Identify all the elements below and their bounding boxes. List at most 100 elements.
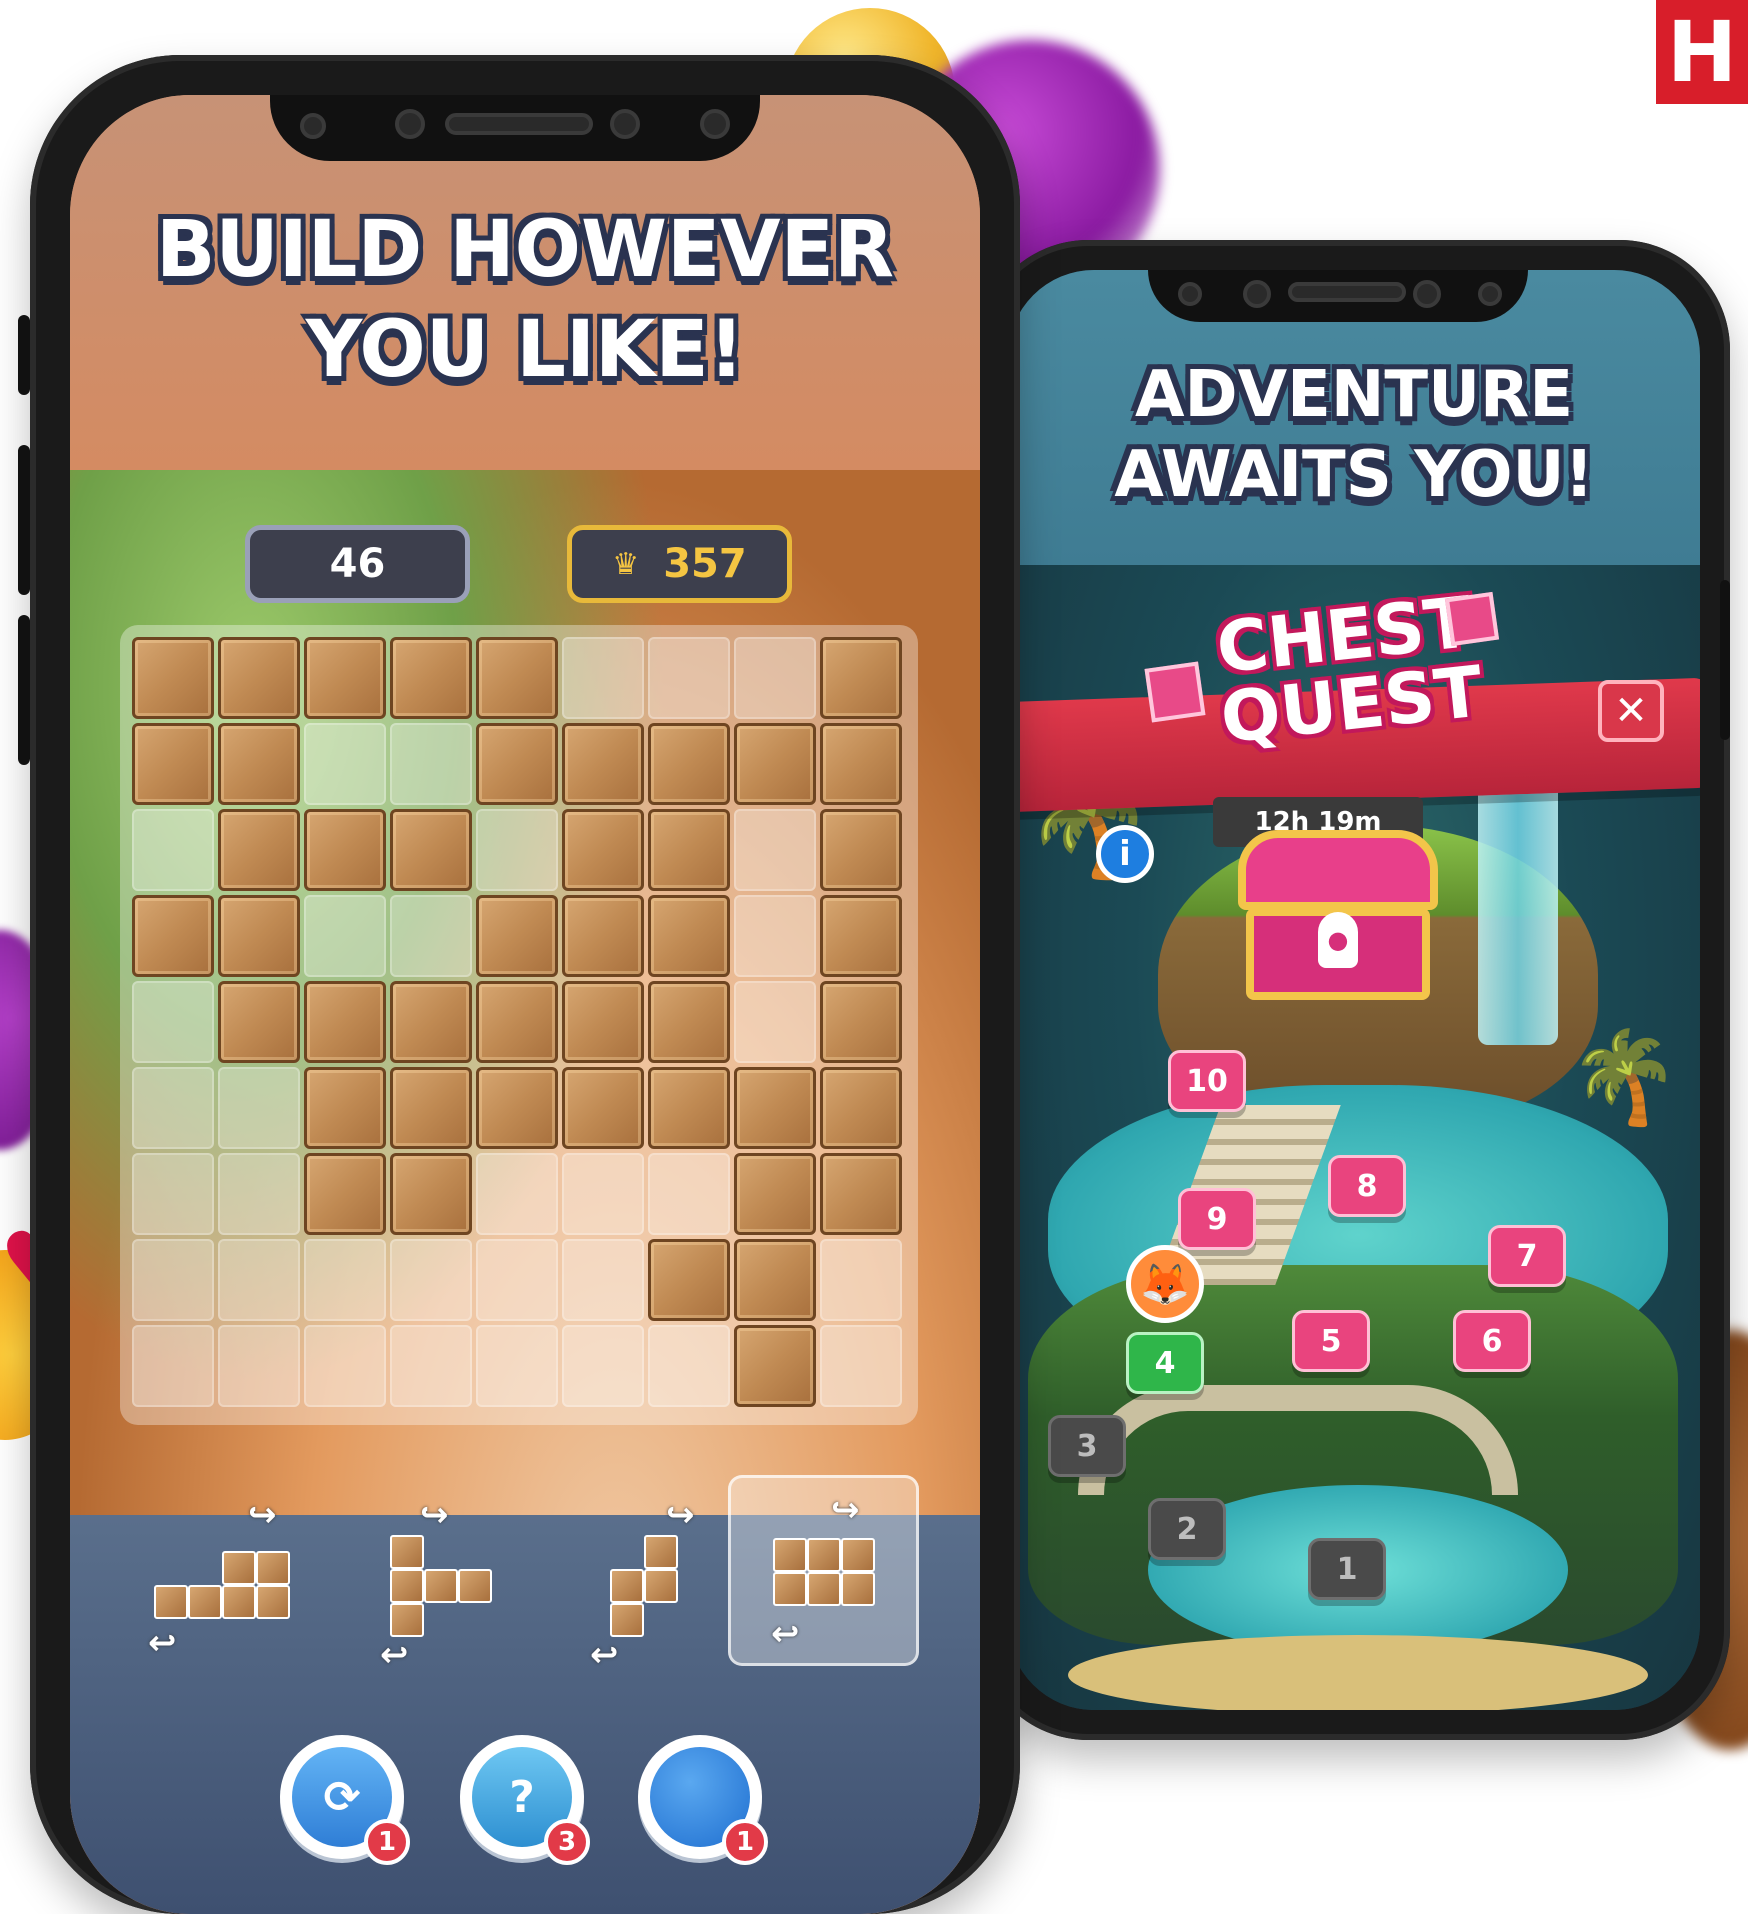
empty-cell[interactable] (562, 1239, 644, 1321)
wood-block-cell[interactable] (132, 895, 214, 977)
empty-cell[interactable] (132, 1325, 214, 1407)
empty-cell[interactable] (476, 1153, 558, 1235)
wood-block-cell[interactable] (476, 723, 558, 805)
wood-block-cell[interactable] (734, 1067, 816, 1149)
wood-block-cell[interactable] (304, 1153, 386, 1235)
empty-cell[interactable] (734, 981, 816, 1063)
wood-block-cell[interactable] (562, 895, 644, 977)
wood-block-cell[interactable] (390, 637, 472, 719)
level-2-button[interactable]: 2 (1148, 1498, 1226, 1560)
wood-block-cell[interactable] (648, 895, 730, 977)
wood-block-cell[interactable] (304, 809, 386, 891)
bomb-booster-button[interactable]: 1 (638, 1735, 768, 1865)
empty-cell[interactable] (648, 1325, 730, 1407)
empty-cell[interactable] (562, 637, 644, 719)
wood-block-cell[interactable] (218, 895, 300, 977)
wood-block-cell[interactable] (304, 981, 386, 1063)
empty-cell[interactable] (132, 1153, 214, 1235)
rotate-booster-button[interactable]: ⟳ 1 (280, 1735, 410, 1865)
empty-cell[interactable] (734, 809, 816, 891)
empty-cell[interactable] (390, 723, 472, 805)
empty-cell[interactable] (648, 1153, 730, 1235)
wood-block-cell[interactable] (218, 981, 300, 1063)
treasure-chest-icon[interactable]: ● (1238, 830, 1438, 1000)
empty-cell[interactable] (304, 895, 386, 977)
empty-cell[interactable] (390, 895, 472, 977)
empty-cell[interactable] (132, 809, 214, 891)
wood-block-cell[interactable] (648, 981, 730, 1063)
empty-cell[interactable] (562, 1153, 644, 1235)
empty-cell[interactable] (304, 723, 386, 805)
empty-cell[interactable] (562, 1325, 644, 1407)
wood-block-cell[interactable] (648, 1067, 730, 1149)
empty-cell[interactable] (304, 1239, 386, 1321)
level-9-button[interactable]: 9 (1178, 1188, 1256, 1250)
level-7-button[interactable]: 7 (1488, 1225, 1566, 1287)
wood-block-cell[interactable] (820, 809, 902, 891)
empty-cell[interactable] (648, 637, 730, 719)
wood-block-cell[interactable] (562, 723, 644, 805)
wood-block-cell[interactable] (562, 809, 644, 891)
empty-cell[interactable] (218, 1153, 300, 1235)
empty-cell[interactable] (132, 981, 214, 1063)
level-5-button[interactable]: 5 (1292, 1310, 1370, 1372)
wood-block-cell[interactable] (218, 637, 300, 719)
level-10-button[interactable]: 10 (1168, 1050, 1246, 1112)
wood-block-cell[interactable] (648, 723, 730, 805)
game-board[interactable] (120, 625, 918, 1425)
wood-block-cell[interactable] (218, 809, 300, 891)
wood-block-cell[interactable] (820, 723, 902, 805)
wood-block-cell[interactable] (390, 1067, 472, 1149)
wood-block-cell[interactable] (648, 1239, 730, 1321)
mystery-bag-booster-button[interactable]: ? 3 (460, 1735, 590, 1865)
wood-block-cell[interactable] (820, 637, 902, 719)
wood-block-cell[interactable] (304, 1067, 386, 1149)
empty-cell[interactable] (390, 1325, 472, 1407)
empty-cell[interactable] (734, 895, 816, 977)
empty-cell[interactable] (218, 1325, 300, 1407)
wood-block-cell[interactable] (476, 895, 558, 977)
level-1-button[interactable]: 1 (1308, 1538, 1386, 1600)
wood-block-cell[interactable] (476, 1067, 558, 1149)
piece-slot-1[interactable]: ↪ ↩ (130, 1495, 310, 1675)
empty-cell[interactable] (734, 637, 816, 719)
wood-block-cell[interactable] (734, 1239, 816, 1321)
wood-block-cell[interactable] (734, 1153, 816, 1235)
close-button[interactable]: ✕ (1598, 680, 1664, 742)
empty-cell[interactable] (820, 1239, 902, 1321)
wood-block-cell[interactable] (820, 981, 902, 1063)
piece-slot-2[interactable]: ↪ ↩ (350, 1495, 530, 1675)
wood-block-cell[interactable] (476, 637, 558, 719)
empty-cell[interactable] (218, 1239, 300, 1321)
wood-block-cell[interactable] (734, 723, 816, 805)
empty-cell[interactable] (218, 1067, 300, 1149)
wood-block-cell[interactable] (132, 637, 214, 719)
info-button[interactable]: i (1096, 825, 1154, 883)
wood-block-cell[interactable] (390, 809, 472, 891)
piece-slot-3[interactable]: ↪ ↩ (570, 1495, 750, 1675)
wood-block-cell[interactable] (132, 723, 214, 805)
wood-block-cell[interactable] (562, 1067, 644, 1149)
empty-cell[interactable] (820, 1325, 902, 1407)
wood-block-cell[interactable] (648, 809, 730, 891)
piece-slot-4-selected[interactable]: ↪ ↩ (728, 1475, 919, 1666)
wood-block-cell[interactable] (562, 981, 644, 1063)
level-6-button[interactable]: 6 (1453, 1310, 1531, 1372)
empty-cell[interactable] (390, 1239, 472, 1321)
wood-block-cell[interactable] (820, 1067, 902, 1149)
empty-cell[interactable] (476, 1325, 558, 1407)
wood-block-cell[interactable] (820, 895, 902, 977)
wood-block-cell[interactable] (820, 1153, 902, 1235)
level-3-button[interactable]: 3 (1048, 1415, 1126, 1477)
empty-cell[interactable] (476, 1239, 558, 1321)
empty-cell[interactable] (304, 1325, 386, 1407)
wood-block-cell[interactable] (390, 981, 472, 1063)
wood-block-cell[interactable] (218, 723, 300, 805)
level-8-button[interactable]: 8 (1328, 1155, 1406, 1217)
level-4-button[interactable]: 4 (1126, 1332, 1204, 1394)
empty-cell[interactable] (476, 809, 558, 891)
wood-block-cell[interactable] (476, 981, 558, 1063)
wood-block-cell[interactable] (390, 1153, 472, 1235)
wood-block-cell[interactable] (734, 1325, 816, 1407)
empty-cell[interactable] (132, 1067, 214, 1149)
